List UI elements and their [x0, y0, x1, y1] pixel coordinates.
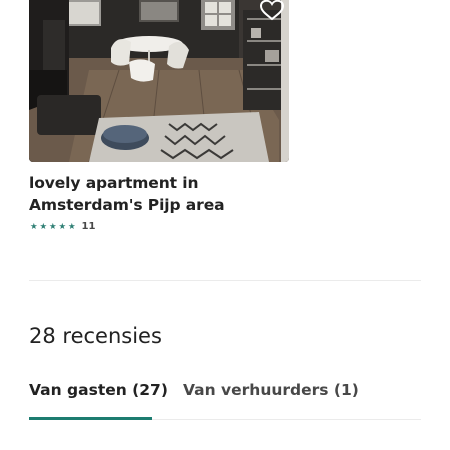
listing-title[interactable]: lovely apartment in Amsterdam's Pijp are…: [29, 172, 289, 216]
star-icon: ★: [67, 222, 76, 232]
listing-photo[interactable]: [29, 0, 289, 162]
active-tab-indicator: [29, 417, 152, 420]
star-icon: ★: [29, 222, 38, 232]
tab-from-hosts[interactable]: Van verhuurders (1): [183, 378, 359, 418]
listing-title-line-2: Amsterdam's Pijp area: [29, 196, 225, 214]
star-icon: ★: [48, 222, 57, 232]
section-divider: [29, 280, 421, 281]
star-icon: ★: [39, 222, 48, 232]
apartment-photo-image: [29, 0, 289, 162]
reviews-tabs: Van gasten (27) Van verhuurders (1): [29, 378, 421, 420]
listing-reviews-page: lovely apartment in Amsterdam's Pijp are…: [0, 0, 450, 450]
reviews-heading: 28 recensies: [29, 324, 162, 348]
rating-count: 11: [81, 221, 96, 232]
tab-from-guests[interactable]: Van gasten (27): [29, 378, 168, 418]
star-icon: ★: [58, 222, 67, 232]
listing-rating: ★ ★ ★ ★ ★ 11: [29, 221, 95, 233]
rating-stars: ★ ★ ★ ★ ★: [29, 222, 77, 232]
listing-title-line-1: lovely apartment in: [29, 174, 199, 192]
